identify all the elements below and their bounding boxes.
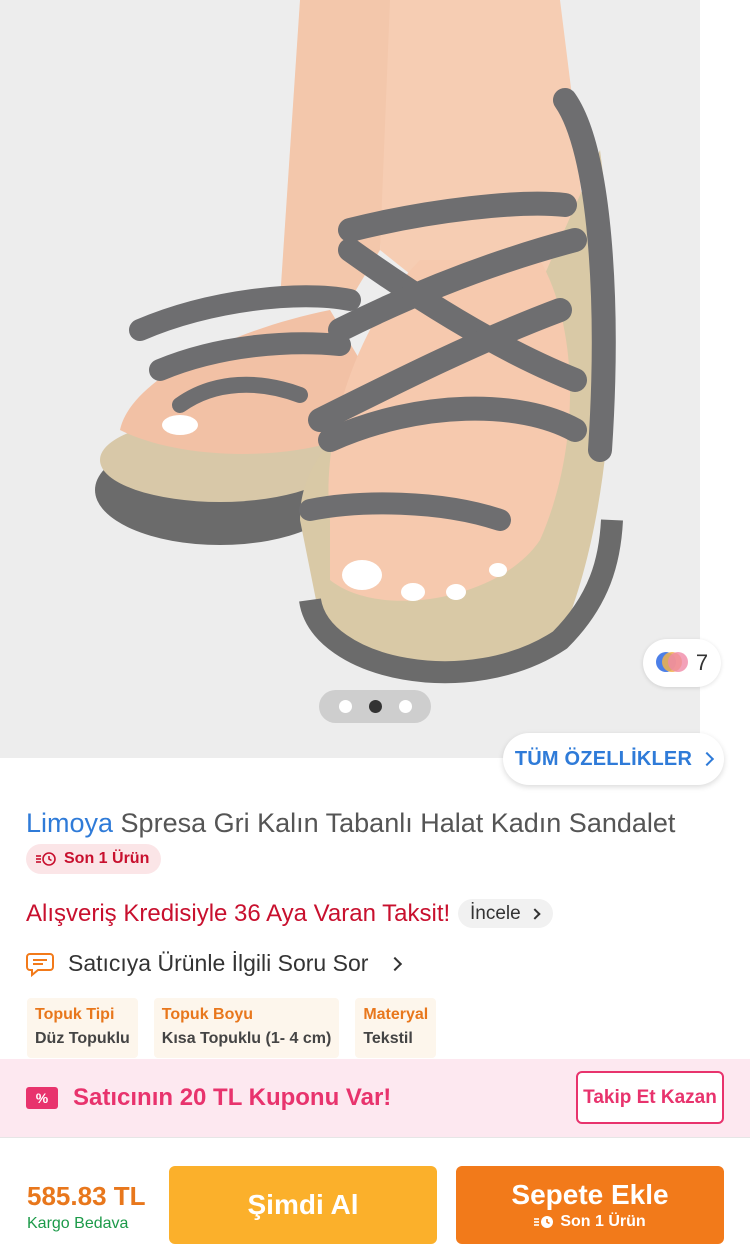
chevron-right-icon <box>700 751 715 767</box>
product-name: Spresa Gri Kalın Tabanlı Halat Kadın San… <box>113 808 676 838</box>
low-stock-clock-icon <box>36 852 56 866</box>
attribute-card: Materyal Tekstil <box>355 998 437 1058</box>
brand-link[interactable]: Limoya <box>26 808 113 838</box>
all-features-button[interactable]: TÜM ÖZELLİKLER <box>503 733 724 785</box>
credit-review-button[interactable]: İncele <box>458 899 553 928</box>
free-shipping-label: Kargo Bedava <box>27 1215 129 1232</box>
attribute-card: Topuk Tipi Düz Topuklu <box>27 998 138 1058</box>
price: 585.83 TL <box>27 1181 146 1211</box>
ask-seller-label: Satıcıya Ürünle İlgili Soru Sor <box>68 950 369 976</box>
coupon-text: Satıcının 20 TL Kuponu Var! <box>73 1084 392 1111</box>
attribute-value: Düz Topuklu <box>35 1030 130 1047</box>
seller-coupon-banner: % Satıcının 20 TL Kuponu Var! Takip Et K… <box>0 1059 750 1137</box>
ask-seller-link[interactable]: Satıcıya Ürünle İlgili Soru Sor <box>26 950 403 977</box>
chevron-right-icon <box>529 907 541 920</box>
chat-bubble-icon <box>26 952 54 977</box>
low-stock-clock-icon <box>534 1216 554 1228</box>
gallery-pagination[interactable] <box>319 690 431 723</box>
color-swatch-icon <box>655 652 688 674</box>
buy-now-button[interactable]: Şimdi Al <box>169 1166 437 1244</box>
coupon-ticket-icon: % <box>26 1087 58 1109</box>
credit-review-label: İncele <box>470 902 521 924</box>
chevron-right-icon <box>388 956 403 971</box>
credit-installment-text: Alışveriş Kredisiyle 36 Aya Varan Taksit… <box>26 900 451 927</box>
color-count: 7 <box>695 650 709 675</box>
attribute-key: Topuk Tipi <box>35 1006 115 1023</box>
add-to-cart-button[interactable]: Sepete Ekle Son 1 Ürün <box>456 1166 724 1244</box>
bottom-action-bar: 585.83 TL Kargo Bedava Şimdi Al Sepete E… <box>0 1137 750 1247</box>
gallery-dot[interactable] <box>338 700 352 713</box>
all-features-label: TÜM ÖZELLİKLER <box>514 747 693 770</box>
product-image-gallery[interactable]: 7 <box>0 0 750 758</box>
gallery-dot-active[interactable] <box>368 700 382 713</box>
attribute-key: Materyal <box>363 1006 429 1023</box>
add-to-cart-note: Son 1 Ürün <box>534 1213 646 1231</box>
color-variants-chip[interactable]: 7 <box>643 639 721 687</box>
attribute-card: Topuk Boyu Kısa Topuklu (1- 4 cm) <box>153 998 340 1058</box>
attribute-list: Topuk Tipi Düz Topuklu Topuk Boyu Kısa T… <box>27 998 437 1058</box>
add-to-cart-label: Sepete Ekle <box>511 1179 669 1210</box>
product-photo <box>0 0 750 758</box>
coupon-icon-symbol: % <box>35 1090 49 1106</box>
follow-and-earn-button[interactable]: Takip Et Kazan <box>576 1071 724 1124</box>
attribute-key: Topuk Boyu <box>161 1006 254 1023</box>
attribute-value: Kısa Topuklu (1- 4 cm) <box>161 1030 332 1047</box>
stock-badge: Son 1 Ürün <box>26 844 162 874</box>
product-title: Limoya Spresa Gri Kalın Tabanlı Halat Ka… <box>26 808 675 839</box>
add-to-cart-note-text: Son 1 Ürün <box>560 1213 646 1230</box>
gallery-dot[interactable] <box>398 700 412 713</box>
stock-badge-label: Son 1 Ürün <box>64 850 150 867</box>
attribute-value: Tekstil <box>363 1030 413 1047</box>
